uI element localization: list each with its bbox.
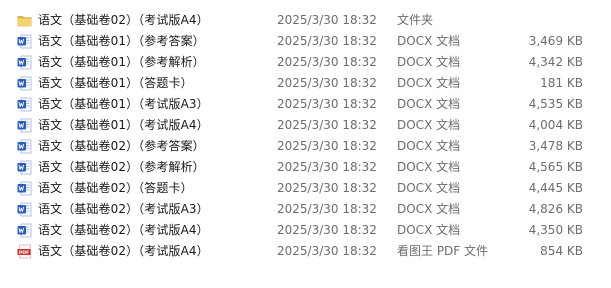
file-row[interactable]: 语文（基础卷02）（答题卡） 2025/3/30 18:32 DOCX 文档 4…: [0, 178, 611, 199]
file-type: DOCX 文档: [397, 181, 461, 195]
file-size: 4,004 KB: [528, 118, 583, 132]
file-date: 2025/3/30 18:32: [277, 139, 377, 153]
file-row[interactable]: 语文（基础卷02）（参考解析） 2025/3/30 18:32 DOCX 文档 …: [0, 157, 611, 178]
file-type: DOCX 文档: [397, 139, 461, 153]
file-size: 4,535 KB: [528, 97, 583, 111]
file-size: 3,469 KB: [528, 34, 583, 48]
file-name: 语文（基础卷02）（考试版A4）: [38, 223, 209, 237]
word-doc-icon: [17, 34, 32, 49]
file-name: 语文（基础卷01）（考试版A3）: [38, 97, 209, 111]
file-size: 4,826 KB: [528, 202, 583, 216]
file-name: 语文（基础卷01）（参考解析）: [38, 55, 205, 69]
file-name: 语文（基础卷02）（考试版A4）: [38, 244, 209, 258]
file-type: DOCX 文档: [397, 223, 461, 237]
file-row[interactable]: 语文（基础卷02）（参考答案） 2025/3/30 18:32 DOCX 文档 …: [0, 136, 611, 157]
file-size: 181 KB: [540, 76, 583, 90]
file-type: DOCX 文档: [397, 76, 461, 90]
file-size: 854 KB: [540, 244, 583, 258]
file-date: 2025/3/30 18:32: [277, 13, 377, 27]
file-row[interactable]: 语文（基础卷01）（考试版A3） 2025/3/30 18:32 DOCX 文档…: [0, 94, 611, 115]
file-size: 4,565 KB: [528, 160, 583, 174]
file-date: 2025/3/30 18:32: [277, 34, 377, 48]
file-list: 语文（基础卷02）（考试版A4） 2025/3/30 18:32 文件夹 语文（…: [0, 10, 611, 262]
file-type: DOCX 文档: [397, 55, 461, 69]
word-doc-icon: [17, 181, 32, 196]
word-doc-icon: [17, 76, 32, 91]
folder-icon: [17, 13, 32, 28]
file-row[interactable]: 语文（基础卷02）（考试版A4） 2025/3/30 18:32 DOCX 文档…: [0, 220, 611, 241]
file-name: 语文（基础卷01）（答题卡）: [38, 76, 193, 90]
word-doc-icon: [17, 202, 32, 217]
file-name: 语文（基础卷02）（答题卡）: [38, 181, 193, 195]
file-date: 2025/3/30 18:32: [277, 76, 377, 90]
file-row[interactable]: PDF 语文（基础卷02）（考试版A4） 2025/3/30 18:32 看图王…: [0, 241, 611, 262]
file-size: 3,478 KB: [528, 139, 583, 153]
file-type: 看图王 PDF 文件: [397, 244, 489, 258]
word-doc-icon: [17, 118, 32, 133]
svg-text:PDF: PDF: [19, 250, 29, 256]
file-type: DOCX 文档: [397, 202, 461, 216]
file-date: 2025/3/30 18:32: [277, 181, 377, 195]
file-name: 语文（基础卷01）（参考答案）: [38, 34, 205, 48]
file-date: 2025/3/30 18:32: [277, 97, 377, 111]
pdf-icon: PDF: [17, 244, 32, 259]
file-size: 4,445 KB: [528, 181, 583, 195]
file-date: 2025/3/30 18:32: [277, 223, 377, 237]
file-type: 文件夹: [397, 13, 434, 27]
file-date: 2025/3/30 18:32: [277, 202, 377, 216]
file-name: 语文（基础卷02）（参考答案）: [38, 139, 205, 153]
file-size: 4,350 KB: [528, 223, 583, 237]
file-date: 2025/3/30 18:32: [277, 118, 377, 132]
file-name: 语文（基础卷02）（考试版A3）: [38, 202, 209, 216]
file-size: 4,342 KB: [528, 55, 583, 69]
file-type: DOCX 文档: [397, 160, 461, 174]
file-type: DOCX 文档: [397, 97, 461, 111]
file-row[interactable]: 语文（基础卷01）（答题卡） 2025/3/30 18:32 DOCX 文档 1…: [0, 73, 611, 94]
file-type: DOCX 文档: [397, 34, 461, 48]
word-doc-icon: [17, 97, 32, 112]
file-row[interactable]: 语文（基础卷01）（考试版A4） 2025/3/30 18:32 DOCX 文档…: [0, 115, 611, 136]
file-row[interactable]: 语文（基础卷01）（参考答案） 2025/3/30 18:32 DOCX 文档 …: [0, 31, 611, 52]
file-date: 2025/3/30 18:32: [277, 244, 377, 258]
file-date: 2025/3/30 18:32: [277, 55, 377, 69]
file-name: 语文（基础卷01）（考试版A4）: [38, 118, 209, 132]
word-doc-icon: [17, 160, 32, 175]
word-doc-icon: [17, 223, 32, 238]
file-date: 2025/3/30 18:32: [277, 160, 377, 174]
file-type: DOCX 文档: [397, 118, 461, 132]
word-doc-icon: [17, 139, 32, 154]
file-row[interactable]: 语文（基础卷02）（考试版A3） 2025/3/30 18:32 DOCX 文档…: [0, 199, 611, 220]
file-name: 语文（基础卷02）（参考解析）: [38, 160, 205, 174]
word-doc-icon: [17, 55, 32, 70]
file-row[interactable]: 语文（基础卷02）（考试版A4） 2025/3/30 18:32 文件夹: [0, 10, 611, 31]
file-name: 语文（基础卷02）（考试版A4）: [38, 13, 209, 27]
file-row[interactable]: 语文（基础卷01）（参考解析） 2025/3/30 18:32 DOCX 文档 …: [0, 52, 611, 73]
